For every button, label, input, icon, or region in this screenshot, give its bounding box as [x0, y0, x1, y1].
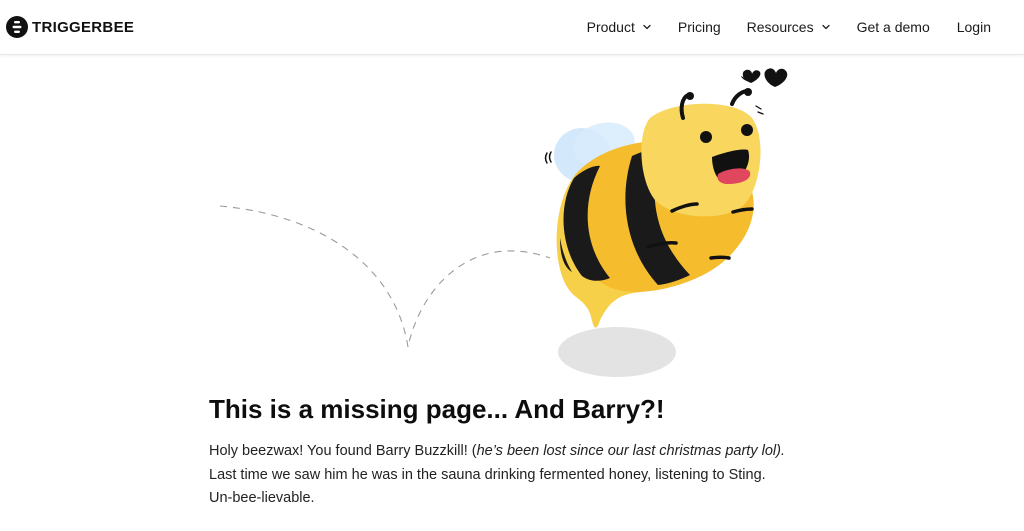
nav-item-label: Pricing — [677, 19, 721, 35]
nav-item-get-a-demo[interactable]: Get a demo — [857, 19, 930, 35]
heart-icon — [764, 68, 788, 87]
description-intro: Holy beezwax! You found Barry Buzzkill! … — [209, 443, 477, 459]
bee-eye — [741, 124, 753, 136]
motion-lines — [544, 151, 552, 164]
bee-leg — [709, 255, 731, 260]
bee-illustration — [219, 68, 788, 377]
motion-lines — [755, 105, 764, 115]
page-description: Holy beezwax! You found Barry Buzzkill! … — [209, 440, 789, 511]
nav-item-label: Product — [586, 19, 635, 35]
nav-item-resources[interactable]: Resources — [747, 19, 831, 35]
page: TRIGGERBEE Product Pricing Resources Get… — [0, 0, 1024, 531]
nav-item-label: Get a demo — [856, 19, 930, 35]
nav-item-product[interactable]: Product — [587, 19, 652, 35]
nav-item-login[interactable]: Login — [957, 19, 991, 35]
description-italic: he’s been lost since our last christmas … — [476, 443, 785, 459]
site-header: TRIGGERBEE Product Pricing Resources Get… — [0, 0, 1024, 55]
nav-item-label: Resources — [746, 19, 814, 35]
heart-icon — [742, 69, 761, 83]
chevron-down-icon — [821, 24, 830, 30]
nav-item-label: Login — [956, 19, 991, 35]
brand-name: TRIGGERBEE — [32, 18, 135, 36]
triggerbee-logo-icon — [6, 16, 28, 38]
main-nav: Product Pricing Resources Get a demo Log… — [587, 0, 991, 54]
bee-antenna-tip — [686, 92, 694, 100]
chevron-down-icon — [643, 24, 651, 30]
bee-shadow — [558, 327, 676, 377]
bee-antenna-tip — [744, 88, 752, 96]
bee-eye — [700, 131, 712, 143]
triggerbee-logo[interactable]: TRIGGERBEE — [6, 16, 134, 38]
flight-path — [219, 205, 551, 348]
page-title: This is a missing page... And Barry?! — [209, 394, 665, 424]
nav-item-pricing[interactable]: Pricing — [678, 19, 721, 35]
description-rest: Last time we saw him he was in the sauna… — [209, 466, 766, 507]
